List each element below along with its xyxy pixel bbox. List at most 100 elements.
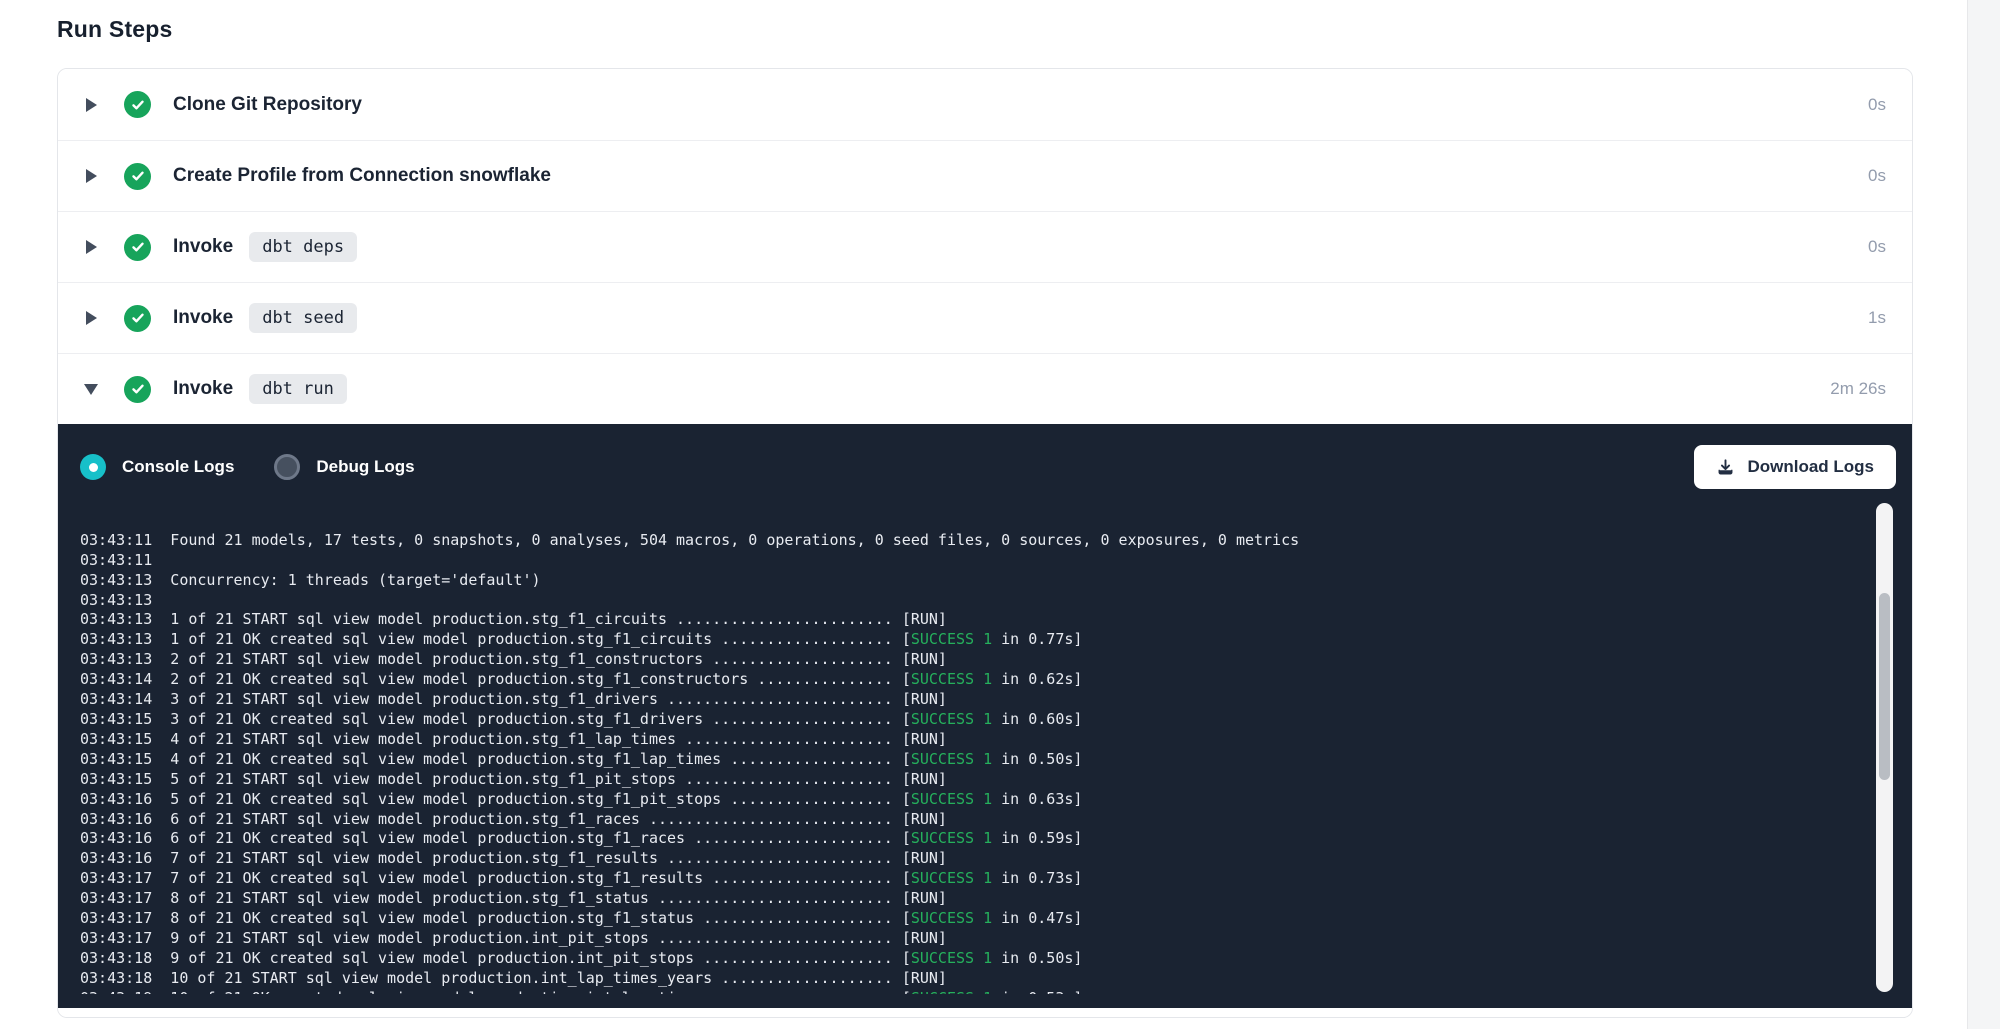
log-line: 03:43:15 4 of 21 OK created sql view mod…: [80, 750, 1866, 770]
log-line: 03:43:13 1 of 21 OK created sql view mod…: [80, 630, 1866, 650]
log-success-tag: SUCCESS 1: [911, 989, 992, 994]
log-status-text: in 0.59s]: [992, 829, 1082, 847]
radio-unselected-icon[interactable]: [274, 454, 300, 480]
caret-down-icon: [84, 384, 98, 395]
step-duration: 0s: [1868, 237, 1886, 257]
log-status-text: in 0.60s]: [992, 710, 1082, 728]
log-line: 03:43:17 8 of 21 OK created sql view mod…: [80, 909, 1866, 929]
log-status-text: [RUN]: [902, 610, 947, 628]
step-command-badge: dbt run: [249, 374, 347, 404]
log-success-tag: SUCCESS 1: [911, 790, 992, 808]
log-scroll-content: 03:43:11 Found 21 models, 17 tests, 0 sn…: [80, 531, 1866, 994]
log-status-text: [RUN]: [902, 650, 947, 668]
log-success-tag: SUCCESS 1: [911, 949, 992, 967]
log-status-text: [RUN]: [902, 810, 947, 828]
log-status-text: [RUN]: [902, 770, 947, 788]
expand-caret-icon[interactable]: [84, 240, 98, 254]
step-label: Invoke: [173, 307, 233, 329]
caret-right-icon: [86, 311, 97, 325]
success-check-icon: [124, 163, 151, 190]
log-line: 03:43:19 10 of 21 OK created sql view mo…: [80, 989, 1866, 994]
log-status-text: [RUN]: [902, 849, 947, 867]
step-row-invoke-dbt-seed[interactable]: Invoke dbt seed 1s: [58, 282, 1912, 353]
log-scrollbar-thumb[interactable]: [1879, 593, 1890, 780]
step-row-create-profile-snowflake[interactable]: Create Profile from Connection snowflake…: [58, 140, 1912, 211]
step-command-badge: dbt seed: [249, 303, 357, 333]
log-line: 03:43:16 5 of 21 OK created sql view mod…: [80, 790, 1866, 810]
page-right-gutter: [1967, 0, 2000, 1029]
steps-list: Clone Git Repository0sCreate Profile fro…: [58, 69, 1912, 424]
log-success-tag: SUCCESS 1: [911, 909, 992, 927]
download-logs-label: Download Logs: [1747, 457, 1874, 477]
log-line: 03:43:13: [80, 591, 1866, 611]
log-status-text: [RUN]: [902, 889, 947, 907]
log-line: 03:43:16 6 of 21 START sql view model pr…: [80, 810, 1866, 830]
log-status-text: in 0.53s]: [992, 989, 1082, 994]
step-duration: 0s: [1868, 166, 1886, 186]
log-status-text: [: [902, 790, 911, 808]
success-check-icon: [124, 376, 151, 403]
card-bottom-strip: [58, 1008, 1912, 1017]
log-success-tag: SUCCESS 1: [911, 630, 992, 648]
radio-debug-logs-label: Debug Logs: [316, 457, 414, 477]
console-log-output: 03:43:11 Found 21 models, 17 tests, 0 sn…: [80, 500, 1866, 994]
log-line: 03:43:13 Concurrency: 1 threads (target=…: [80, 571, 1866, 591]
run-steps-card: Clone Git Repository0sCreate Profile fro…: [57, 68, 1913, 1018]
log-status-text: [: [902, 869, 911, 887]
log-line: 03:43:11: [80, 551, 1866, 571]
radio-console-logs-label: Console Logs: [122, 457, 234, 477]
caret-right-icon: [86, 240, 97, 254]
step-row-invoke-dbt-deps[interactable]: Invoke dbt deps 0s: [58, 211, 1912, 282]
log-success-tag: SUCCESS 1: [911, 710, 992, 728]
log-status-text: [: [902, 949, 911, 967]
collapse-caret-icon[interactable]: [84, 384, 98, 395]
log-status-text: [RUN]: [902, 730, 947, 748]
radio-console-logs[interactable]: Console Logs: [80, 454, 234, 480]
step-duration: 0s: [1868, 95, 1886, 115]
log-success-tag: SUCCESS 1: [911, 670, 992, 688]
expand-caret-icon[interactable]: [84, 311, 98, 325]
step-row-clone-git-repository[interactable]: Clone Git Repository0s: [58, 69, 1912, 140]
step-label: Invoke: [173, 236, 233, 258]
log-status-text: in 0.47s]: [992, 909, 1082, 927]
log-line: 03:43:15 5 of 21 START sql view model pr…: [80, 770, 1866, 790]
expand-caret-icon[interactable]: [84, 169, 98, 183]
log-line: 03:43:15 4 of 21 START sql view model pr…: [80, 730, 1866, 750]
log-success-tag: SUCCESS 1: [911, 750, 992, 768]
log-success-tag: SUCCESS 1: [911, 829, 992, 847]
step-command-badge: dbt deps: [249, 232, 357, 262]
radio-selected-icon[interactable]: [80, 454, 106, 480]
log-status-text: [RUN]: [902, 969, 947, 987]
log-status-text: in 0.63s]: [992, 790, 1082, 808]
log-view-radio-group: Console Logs Debug Logs: [80, 454, 415, 480]
success-check-icon: [124, 234, 151, 261]
log-line: 03:43:16 7 of 21 START sql view model pr…: [80, 849, 1866, 869]
log-status-text: [: [902, 630, 911, 648]
log-line: 03:43:18 9 of 21 OK created sql view mod…: [80, 949, 1866, 969]
log-line: 03:43:18 10 of 21 START sql view model p…: [80, 969, 1866, 989]
log-line: 03:43:13 1 of 21 START sql view model pr…: [80, 610, 1866, 630]
step-label: Invoke: [173, 378, 233, 400]
log-line: 03:43:14 3 of 21 START sql view model pr…: [80, 690, 1866, 710]
log-status-text: [RUN]: [902, 929, 947, 947]
run-steps-page: Run Steps Clone Git Repository0sCreate P…: [0, 0, 2000, 1018]
success-check-icon: [124, 91, 151, 118]
log-success-tag: SUCCESS 1: [911, 869, 992, 887]
step-duration: 2m 26s: [1830, 379, 1886, 399]
expand-caret-icon[interactable]: [84, 98, 98, 112]
log-status-text: [: [902, 670, 911, 688]
log-status-text: [: [902, 909, 911, 927]
download-logs-button[interactable]: Download Logs: [1694, 445, 1896, 489]
log-line: 03:43:16 6 of 21 OK created sql view mod…: [80, 829, 1866, 849]
radio-debug-logs[interactable]: Debug Logs: [274, 454, 414, 480]
log-line: 03:43:13 2 of 21 START sql view model pr…: [80, 650, 1866, 670]
log-scrollbar-track[interactable]: [1876, 503, 1893, 992]
page-title: Run Steps: [57, 16, 2000, 43]
log-line: 03:43:15 3 of 21 OK created sql view mod…: [80, 710, 1866, 730]
log-status-text: in 0.50s]: [992, 949, 1082, 967]
log-line: 03:43:17 9 of 21 START sql view model pr…: [80, 929, 1866, 949]
log-panel: Console Logs Debug Logs: [58, 424, 1912, 1008]
step-duration: 1s: [1868, 308, 1886, 328]
step-row-invoke-dbt-run[interactable]: Invoke dbt run 2m 26s: [58, 353, 1912, 424]
log-line: 03:43:17 7 of 21 OK created sql view mod…: [80, 869, 1866, 889]
